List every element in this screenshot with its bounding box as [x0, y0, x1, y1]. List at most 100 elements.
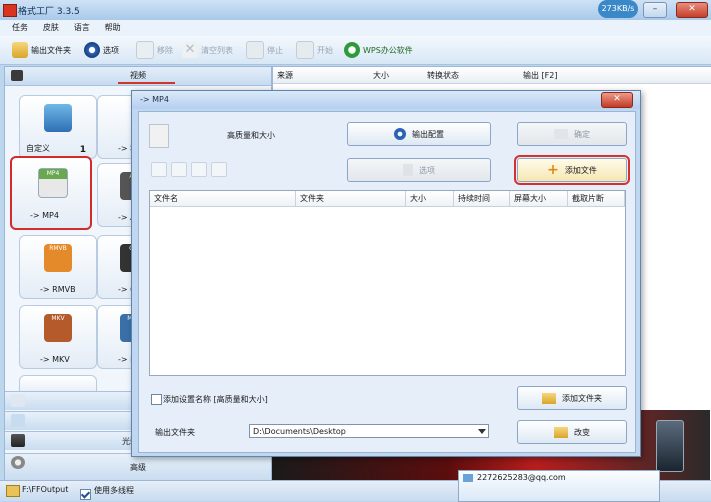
col-file-size[interactable]: 大小	[406, 191, 454, 207]
col-status[interactable]: 转换状态	[427, 70, 459, 81]
folder-icon	[12, 42, 28, 58]
stop-button[interactable]: 停止	[246, 40, 283, 60]
col-size[interactable]: 大小	[373, 70, 389, 81]
tile-mkv[interactable]: MKV -> MKV	[19, 305, 97, 369]
wps-button[interactable]: WPS办公软件	[344, 40, 413, 60]
tile-mp4-label: -> MP4	[30, 211, 59, 220]
options-label: 选项	[103, 45, 119, 56]
advanced-category-bar[interactable]: 高级	[5, 453, 271, 480]
play-small-icon[interactable]	[191, 162, 207, 177]
quality-label: 高质量和大小	[227, 130, 275, 141]
mp4-format-icon	[149, 124, 169, 148]
change-button[interactable]: 改变	[517, 420, 627, 444]
custom-video-icon	[44, 104, 72, 132]
wps-icon	[344, 42, 360, 58]
col-source[interactable]: 来源	[277, 70, 293, 81]
dialog-close-button[interactable]: ✕	[601, 92, 633, 108]
toolbar: 输出文件夹 选项 移除 ✕ 清空列表 停止 开始 WPS办公软件	[0, 36, 711, 65]
output-config-label: 输出配置	[412, 129, 444, 140]
add-folder-icon	[542, 393, 556, 404]
clear-x-icon: ✕	[182, 42, 198, 58]
tile-custom[interactable]: 自定义 1	[19, 95, 97, 159]
phone-image	[656, 420, 684, 472]
chevron-down-icon	[478, 429, 486, 434]
col-filename[interactable]: 文件名	[150, 191, 296, 207]
options-gear-icon	[84, 42, 100, 58]
change-folder-icon	[554, 427, 568, 438]
menu-help[interactable]: 帮助	[105, 20, 121, 36]
col-screen-size[interactable]: 屏幕大小	[510, 191, 568, 207]
network-speed-badge: 273KB/s	[598, 0, 638, 18]
email-notification[interactable]: 2272625283@qq.com	[458, 470, 660, 502]
dialog-options-button[interactable]: 选项	[347, 158, 491, 182]
ok-button[interactable]: 确定	[517, 122, 627, 146]
output-config-button[interactable]: 输出配置	[347, 122, 491, 146]
dialog-title: -> MP4	[140, 95, 169, 104]
remove-button[interactable]: 移除	[136, 40, 173, 60]
mp4-dialog: -> MP4 ✕ 高质量和大小 输出配置 确定 选项 + 添加文件 文件名 文件…	[131, 90, 641, 457]
menu-bar: 任务 皮肤 语言 帮助	[0, 20, 711, 36]
add-small-icon[interactable]	[151, 162, 167, 177]
close-button[interactable]: ✕	[676, 2, 708, 18]
dialog-options-label: 选项	[419, 165, 435, 176]
output-folder-field-label: 输出文件夹	[155, 427, 195, 438]
stop-label: 停止	[267, 45, 283, 56]
tile-mp4[interactable]: MP4 -> MP4	[10, 156, 92, 230]
start-label: 开始	[317, 45, 333, 56]
col-output[interactable]: 输出 [F2]	[523, 70, 557, 81]
window-title: 格式工厂 3.3.5	[18, 4, 80, 17]
output-path-value: D:\Documents\Desktop	[253, 427, 346, 436]
output-folder-label: 输出文件夹	[31, 45, 71, 56]
rmvb-icon: RMVB	[44, 244, 72, 272]
menu-skin[interactable]: 皮肤	[43, 20, 59, 36]
annotation-underline	[118, 82, 175, 84]
minimize-button[interactable]: –	[643, 2, 667, 18]
add-folder-label: 添加文件夹	[562, 393, 602, 404]
col-duration[interactable]: 持续时间	[454, 191, 510, 207]
add-folder-button[interactable]: 添加文件夹	[517, 386, 627, 410]
add-setting-checkbox[interactable]	[151, 394, 162, 405]
dialog-title-bar: -> MP4 ✕	[132, 91, 640, 109]
stop-icon	[246, 41, 264, 59]
advanced-category-label: 高级	[5, 462, 271, 473]
tile-custom-label: 自定义	[26, 143, 50, 154]
remove-small-icon[interactable]	[171, 162, 187, 177]
output-path-select[interactable]: D:\Documents\Desktop	[249, 424, 489, 438]
mp4-icon: MP4	[38, 168, 68, 198]
dialog-body: 高质量和大小 输出配置 确定 选项 + 添加文件 文件名 文件夹 大小 持续时间…	[138, 111, 636, 453]
col-clip[interactable]: 截取片断	[568, 191, 625, 207]
options-button[interactable]: 选项	[84, 40, 119, 60]
music-note-icon	[11, 394, 25, 407]
remove-icon	[136, 41, 154, 59]
app-icon	[3, 4, 17, 17]
remove-label: 移除	[157, 45, 173, 56]
add-plus-icon: +	[547, 163, 559, 177]
tile-rmvb-label: -> RMVB	[40, 285, 76, 294]
config-gear-icon	[394, 128, 406, 140]
tile-rmvb[interactable]: RMVB -> RMVB	[19, 235, 97, 299]
info-small-icon[interactable]	[211, 162, 227, 177]
mail-icon	[463, 474, 473, 482]
file-list-table[interactable]: 文件名 文件夹 大小 持续时间 屏幕大小 截取片断	[149, 190, 626, 376]
clear-list-label: 清空列表	[201, 45, 233, 56]
multithread-label: 使用多线程	[94, 485, 134, 496]
picture-icon	[11, 414, 25, 427]
menu-task[interactable]: 任务	[12, 20, 28, 36]
folder-status-icon	[6, 485, 20, 497]
output-folder-button[interactable]: 输出文件夹	[12, 40, 71, 60]
notification-email: 2272625283@qq.com	[477, 473, 566, 482]
add-setting-label: 添加设置名称 [高质量和大小]	[163, 394, 268, 405]
add-file-button[interactable]: + 添加文件	[517, 158, 627, 182]
change-label: 改变	[574, 427, 590, 438]
mkv-icon: MKV	[44, 314, 72, 342]
start-button[interactable]: 开始	[296, 40, 333, 60]
clear-list-button[interactable]: ✕ 清空列表	[182, 40, 233, 60]
video-category-header[interactable]: 视频	[5, 67, 271, 86]
status-output-path[interactable]: F:\FFOutput	[22, 485, 68, 494]
title-bar: 格式工厂 3.3.5 273KB/s – □ ✕	[0, 0, 711, 21]
menu-language[interactable]: 语言	[74, 20, 90, 36]
mp4-icon-text: MP4	[39, 169, 67, 179]
col-folder[interactable]: 文件夹	[296, 191, 406, 207]
tile-mkv-label: -> MKV	[40, 355, 70, 364]
task-list-header: 来源 大小 转换状态 输出 [F2]	[273, 67, 711, 84]
